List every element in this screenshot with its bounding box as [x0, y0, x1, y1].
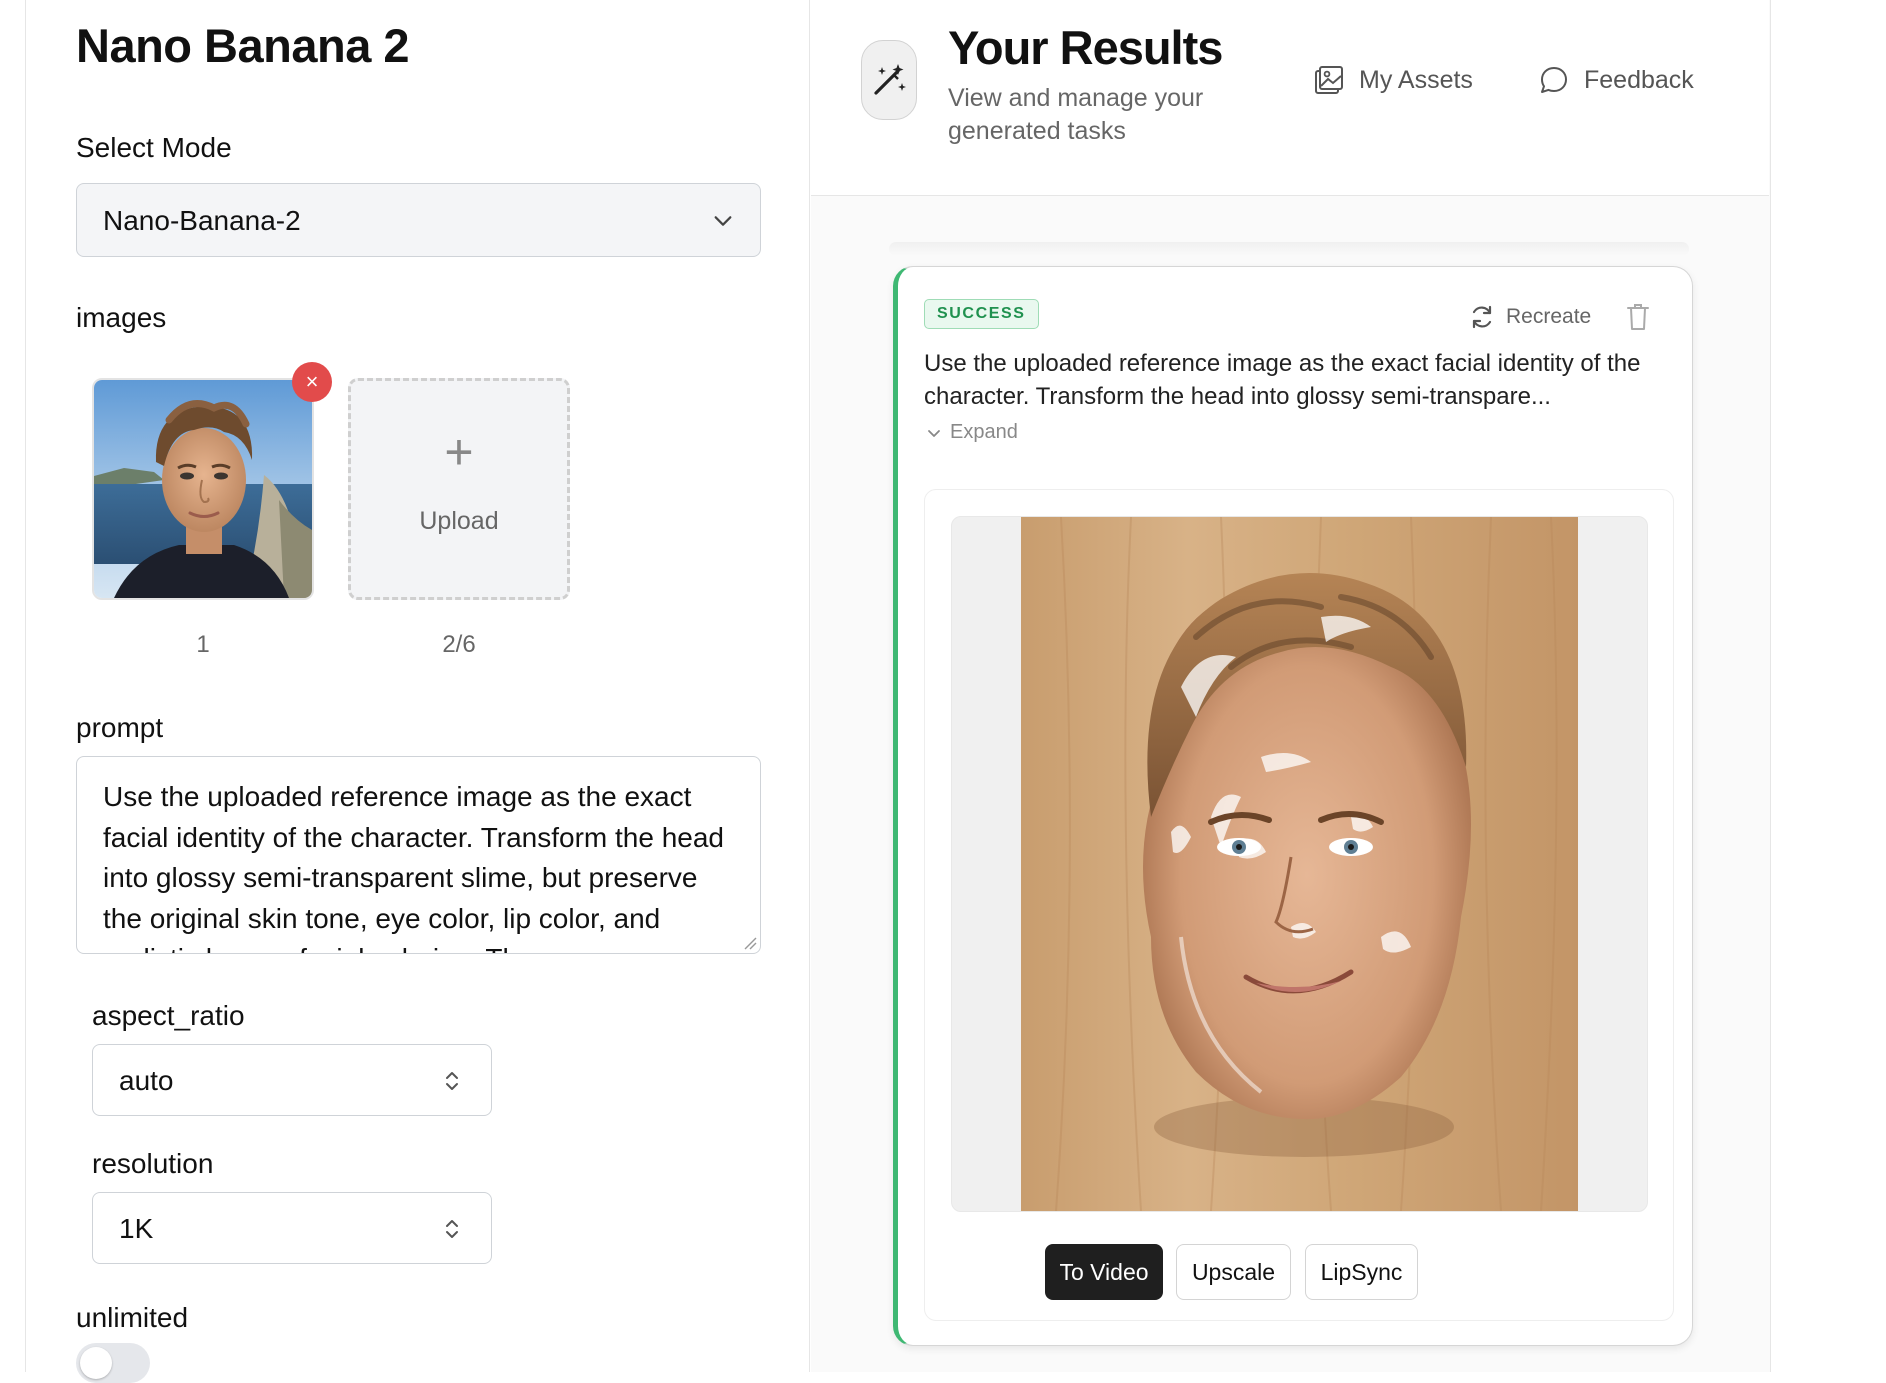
delete-button[interactable]: [1626, 303, 1650, 336]
lipsync-button[interactable]: LipSync: [1305, 1244, 1418, 1300]
resolution-value: 1K: [119, 1213, 154, 1244]
remove-image-button[interactable]: ×: [292, 362, 332, 402]
feedback-label: Feedback: [1584, 65, 1694, 94]
recreate-label: Recreate: [1506, 305, 1592, 328]
images-label: images: [76, 302, 167, 333]
results-title: Your Results: [948, 21, 1223, 74]
image-index-caption: 1: [196, 631, 210, 658]
upscale-button[interactable]: Upscale: [1176, 1244, 1291, 1300]
mode-select-value: Nano-Banana-2: [103, 205, 301, 236]
task-card: SUCCESS Recreate Use the uploaded refere…: [893, 266, 1693, 1346]
feedback-link[interactable]: Feedback: [1538, 64, 1694, 96]
to-video-button[interactable]: To Video: [1045, 1244, 1163, 1300]
image-gallery-icon: [1315, 66, 1343, 94]
aspect-ratio-select[interactable]: auto: [92, 1044, 492, 1116]
chevron-down-icon: [714, 216, 732, 226]
unlimited-label: unlimited: [76, 1302, 189, 1333]
refresh-icon: [1472, 305, 1492, 329]
upload-button[interactable]: + Upload: [348, 378, 570, 600]
upload-label: Upload: [419, 507, 499, 535]
toggle-knob: [80, 1347, 112, 1379]
resolution-label: resolution: [92, 1148, 214, 1179]
select-mode-label: Select Mode: [76, 132, 232, 163]
recreate-button[interactable]: Recreate: [1468, 303, 1591, 331]
generator-panel: Nano Banana 2 Select Mode Nano-Banana-2 …: [25, 0, 810, 1383]
results-subtitle: View and manage your generated tasks: [948, 84, 1204, 145]
portrait-photo: [94, 380, 312, 598]
expand-label: Expand: [950, 421, 1018, 443]
result-container: To Video Upscale LipSync: [924, 489, 1674, 1321]
my-assets-link[interactable]: My Assets: [1313, 64, 1473, 96]
resolution-select[interactable]: 1K: [92, 1192, 492, 1264]
task-prompt-preview: Use the uploaded reference image as the …: [924, 350, 1641, 410]
mode-select[interactable]: Nano-Banana-2: [76, 183, 761, 257]
prompt-textarea[interactable]: Use the uploaded reference image as the …: [76, 756, 761, 954]
reference-image-thumbnail[interactable]: [92, 378, 314, 600]
resize-handle-icon[interactable]: [743, 936, 757, 950]
generated-image[interactable]: [1021, 517, 1578, 1211]
close-icon: ×: [305, 369, 319, 394]
slime-face-image: [1021, 517, 1578, 1211]
plus-icon: +: [444, 424, 474, 480]
chat-bubble-icon: [1541, 67, 1567, 93]
status-badge: SUCCESS: [924, 299, 1039, 329]
my-assets-label: My Assets: [1359, 65, 1473, 94]
aspect-ratio-value: auto: [119, 1065, 174, 1096]
prompt-label: prompt: [76, 712, 164, 743]
magic-wand-icon: [861, 40, 917, 120]
up-down-chevron-icon: [446, 1220, 458, 1238]
card-shadow-divider: [889, 242, 1689, 256]
result-image-well: [951, 516, 1648, 1212]
up-down-chevron-icon: [446, 1072, 458, 1090]
trash-icon: [1627, 304, 1649, 330]
results-panel: Your Results View and manage your genera…: [811, 0, 1771, 1372]
unlimited-toggle[interactable]: [76, 1343, 150, 1383]
aspect-ratio-label: aspect_ratio: [92, 1000, 245, 1031]
prompt-text: Use the uploaded reference image as the …: [103, 781, 725, 953]
chevron-down-icon: [928, 429, 940, 437]
app-title: Nano Banana 2: [76, 19, 410, 72]
image-count: 2/6: [442, 631, 476, 658]
expand-toggle[interactable]: Expand: [926, 421, 1018, 444]
results-header: Your Results View and manage your genera…: [811, 0, 1769, 196]
